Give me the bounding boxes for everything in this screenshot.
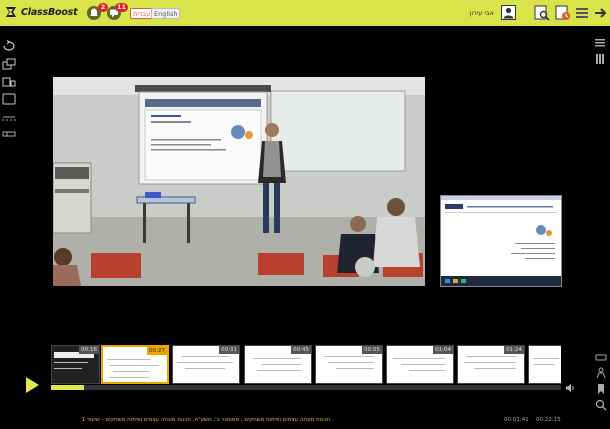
lecture-title: תכנות מונחה עצמים ופיתוח משחקים , סמסטר …	[81, 417, 330, 423]
logo-text: ClassBoost	[21, 6, 78, 18]
slide-time: 01:04	[433, 346, 453, 354]
slide-thumbnail-active[interactable]: 00:27	[101, 345, 169, 384]
progress-bar[interactable]	[51, 385, 561, 390]
play-icon[interactable]	[24, 376, 40, 394]
slide-thumbnails-strip: 00:16 00:27 00:31 00:45 00:55 01:04 01:2…	[51, 345, 561, 385]
list-view-icon[interactable]	[594, 38, 606, 50]
slide-thumbnail[interactable]	[528, 345, 561, 384]
slide-thumbnail[interactable]: 01:04	[386, 345, 454, 384]
lecture-video[interactable]	[53, 77, 425, 286]
notifications-button[interactable]: 2	[86, 3, 108, 21]
slide-thumbnail[interactable]: 00:55	[315, 345, 383, 384]
language-english-button[interactable]: English	[151, 8, 181, 19]
history-button[interactable]	[554, 4, 571, 21]
slide-time: 00:55	[362, 346, 382, 354]
rotate-icon[interactable]	[2, 40, 16, 52]
messages-count-badge: 11	[114, 3, 128, 12]
person-icon[interactable]	[595, 367, 607, 379]
bookmark-icon[interactable]	[595, 383, 607, 395]
logo-icon	[6, 7, 16, 17]
elapsed-time: 00:01:41	[504, 417, 529, 423]
zoom-icon[interactable]	[595, 399, 607, 411]
progress-fill	[51, 385, 84, 390]
clock-document-icon	[555, 5, 570, 20]
total-time: 00:22:15	[536, 417, 561, 423]
slide-thumbnail[interactable]: 00:31	[172, 345, 240, 384]
slide-thumbnail[interactable]: 00:16	[51, 345, 100, 384]
slide-time: 00:31	[219, 346, 239, 354]
screen-share-content	[441, 196, 561, 286]
timeline-layout-icon[interactable]	[2, 128, 16, 140]
app-logo[interactable]: ClassBoost	[4, 5, 78, 19]
search-slides-button[interactable]	[533, 4, 550, 21]
slide-thumbnail[interactable]: 01:24	[457, 345, 525, 384]
slide-time: 01:24	[504, 346, 524, 354]
classroom-scene	[53, 77, 425, 286]
language-hebrew-button[interactable]: עברית	[130, 8, 154, 19]
hamburger-menu-icon	[575, 7, 588, 18]
dots-layout-icon[interactable]	[2, 112, 16, 124]
fullscreen-video-icon[interactable]	[2, 93, 16, 105]
picture-in-picture-icon[interactable]	[2, 58, 16, 70]
exit-button[interactable]	[592, 4, 609, 21]
slide-thumbnail[interactable]: 00:45	[244, 345, 312, 384]
minus-icon[interactable]	[595, 352, 607, 364]
slide-time: 00:16	[79, 346, 99, 354]
user-avatar-icon	[501, 5, 516, 20]
menu-button[interactable]	[573, 4, 590, 21]
search-document-icon	[534, 5, 550, 21]
volume-icon[interactable]	[565, 383, 575, 393]
slide-time: 00:45	[291, 346, 311, 354]
user-name[interactable]: אבי עירון	[446, 9, 494, 17]
avatar[interactable]	[500, 4, 517, 21]
side-by-side-icon[interactable]	[2, 76, 16, 88]
screen-share-video[interactable]	[440, 195, 562, 287]
columns-view-icon[interactable]	[594, 53, 606, 65]
arrow-right-icon	[594, 7, 606, 18]
slide-time: 00:27	[147, 347, 167, 355]
top-bar: ClassBoost 2 11 עברית English אבי עירון	[0, 0, 610, 26]
messages-button[interactable]: 11	[106, 3, 128, 21]
